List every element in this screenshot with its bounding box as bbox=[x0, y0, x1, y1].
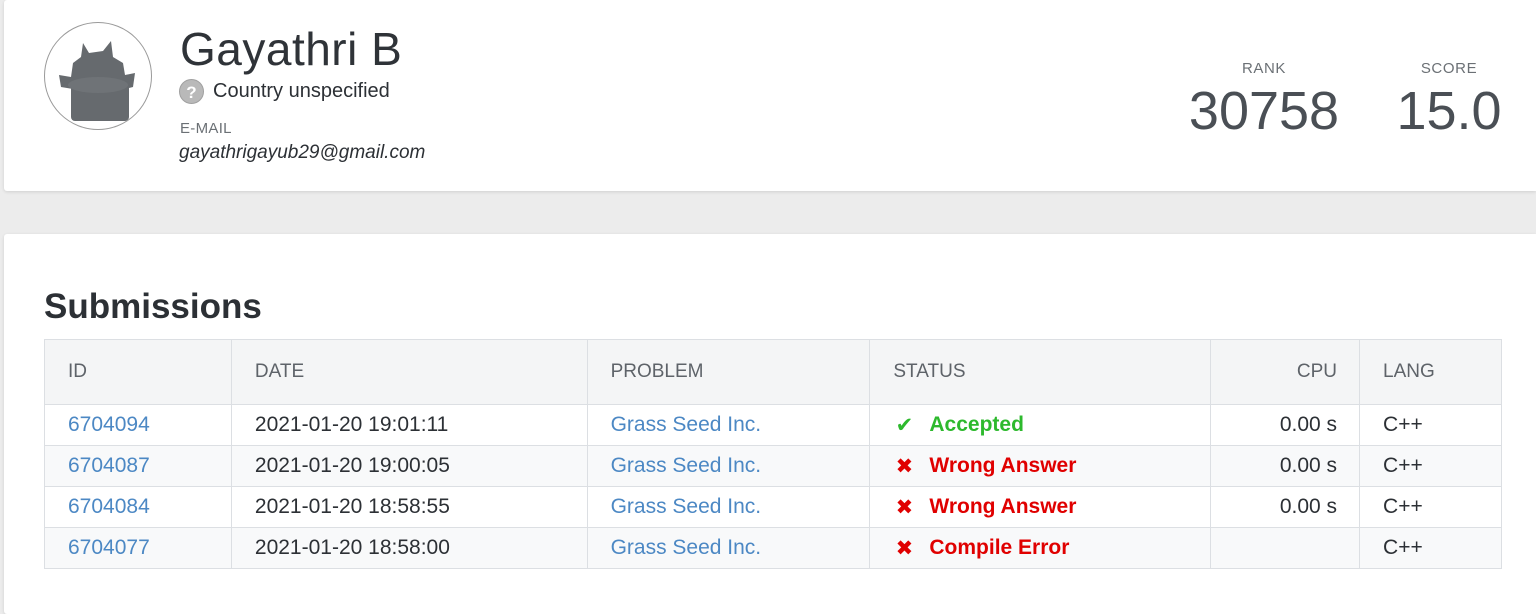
cross-icon: ✖ bbox=[895, 536, 914, 560]
table-header-row: ID DATE PROBLEM STATUS CPU LANG bbox=[44, 339, 1502, 405]
avatar bbox=[44, 22, 152, 130]
language: C++ bbox=[1359, 404, 1502, 446]
status-cell: ✖ Wrong Answer bbox=[869, 445, 1211, 487]
cpu-time: 0.00 s bbox=[1210, 404, 1360, 446]
user-name: Gayathri B bbox=[180, 23, 403, 75]
status-cell: ✔ Accepted bbox=[869, 404, 1211, 446]
submission-id-cell: 6704087 bbox=[44, 445, 232, 487]
problem-cell: Grass Seed Inc. bbox=[586, 486, 870, 528]
column-header-date[interactable]: DATE bbox=[230, 339, 588, 405]
status-text: Compile Error bbox=[929, 536, 1070, 559]
problem-cell: Grass Seed Inc. bbox=[586, 404, 870, 446]
table-row: 6704084 2021-01-20 18:58:55 Grass Seed Inc… bbox=[44, 486, 1502, 528]
submission-date: 2021-01-20 18:58:55 bbox=[230, 486, 588, 528]
table-row: 6704094 2021-01-20 19:01:11 Grass Seed Inc… bbox=[44, 404, 1502, 446]
problem-link[interactable]: Grass Seed Inc. bbox=[611, 495, 762, 518]
profile-card: Gayathri B ? Country unspecified E-MAIL … bbox=[4, 0, 1536, 191]
status-text: Wrong Answer bbox=[929, 454, 1077, 477]
score-value: 15.0 bbox=[1396, 81, 1502, 141]
rank-value: 30758 bbox=[1188, 81, 1340, 141]
cpu-time: 0.00 s bbox=[1210, 486, 1360, 528]
rank-label: RANK bbox=[1241, 60, 1287, 77]
submission-id-cell: 6704094 bbox=[44, 404, 232, 446]
status-cell: ✖ Compile Error bbox=[869, 527, 1211, 569]
email-value: gayathrigayub29@gmail.com bbox=[179, 142, 426, 163]
language: C++ bbox=[1359, 445, 1502, 487]
score-stat: SCORE 15.0 bbox=[1388, 60, 1510, 142]
email-label: E-MAIL bbox=[180, 120, 232, 137]
column-header-lang[interactable]: LANG bbox=[1359, 339, 1502, 405]
column-header-problem[interactable]: PROBLEM bbox=[586, 339, 870, 405]
submissions-title: Submissions bbox=[44, 287, 262, 326]
cross-icon: ✖ bbox=[895, 495, 914, 519]
score-label: SCORE bbox=[1420, 60, 1478, 77]
submission-id-link[interactable]: 6704094 bbox=[68, 413, 150, 436]
problem-link[interactable]: Grass Seed Inc. bbox=[611, 536, 762, 559]
checkmark-icon: ✔ bbox=[895, 413, 914, 437]
problem-cell: Grass Seed Inc. bbox=[586, 527, 870, 569]
column-header-id[interactable]: ID bbox=[44, 339, 232, 405]
language: C++ bbox=[1359, 527, 1502, 569]
submission-id-cell: 6704084 bbox=[44, 486, 232, 528]
table-row: 6704087 2021-01-20 19:00:05 Grass Seed Inc… bbox=[44, 445, 1502, 487]
table-row: 6704077 2021-01-20 18:58:00 Grass Seed Inc… bbox=[44, 527, 1502, 569]
problem-cell: Grass Seed Inc. bbox=[586, 445, 870, 487]
rank-stat: RANK 30758 bbox=[1176, 60, 1352, 142]
country-row: ? Country unspecified bbox=[179, 77, 390, 105]
problem-link[interactable]: Grass Seed Inc. bbox=[611, 454, 762, 477]
status-text: Accepted bbox=[929, 413, 1024, 436]
problem-link[interactable]: Grass Seed Inc. bbox=[611, 413, 762, 436]
unknown-country-flag-icon: ? bbox=[179, 78, 204, 104]
cross-icon: ✖ bbox=[895, 454, 914, 478]
submission-id-link[interactable]: 6704087 bbox=[68, 454, 150, 477]
submissions-table: ID DATE PROBLEM STATUS CPU LANG 6704094 2… bbox=[44, 339, 1502, 569]
submission-id-link[interactable]: 6704077 bbox=[68, 536, 150, 559]
submission-id-link[interactable]: 6704084 bbox=[68, 495, 150, 518]
cpu-time bbox=[1210, 527, 1360, 569]
submission-id-cell: 6704077 bbox=[44, 527, 232, 569]
submission-date: 2021-01-20 19:00:05 bbox=[230, 445, 588, 487]
submission-date: 2021-01-20 18:58:00 bbox=[230, 527, 588, 569]
cat-silhouette-icon bbox=[59, 41, 135, 121]
submissions-card: Submissions ID DATE PROBLEM STATUS CPU L… bbox=[4, 234, 1536, 614]
status-cell: ✖ Wrong Answer bbox=[869, 486, 1211, 528]
language: C++ bbox=[1359, 486, 1502, 528]
status-text: Wrong Answer bbox=[929, 495, 1077, 518]
submission-date: 2021-01-20 19:01:11 bbox=[230, 404, 588, 446]
column-header-status[interactable]: STATUS bbox=[869, 339, 1211, 405]
cpu-time: 0.00 s bbox=[1210, 445, 1360, 487]
country-label: Country unspecified bbox=[213, 79, 390, 102]
column-header-cpu[interactable]: CPU bbox=[1210, 339, 1360, 405]
